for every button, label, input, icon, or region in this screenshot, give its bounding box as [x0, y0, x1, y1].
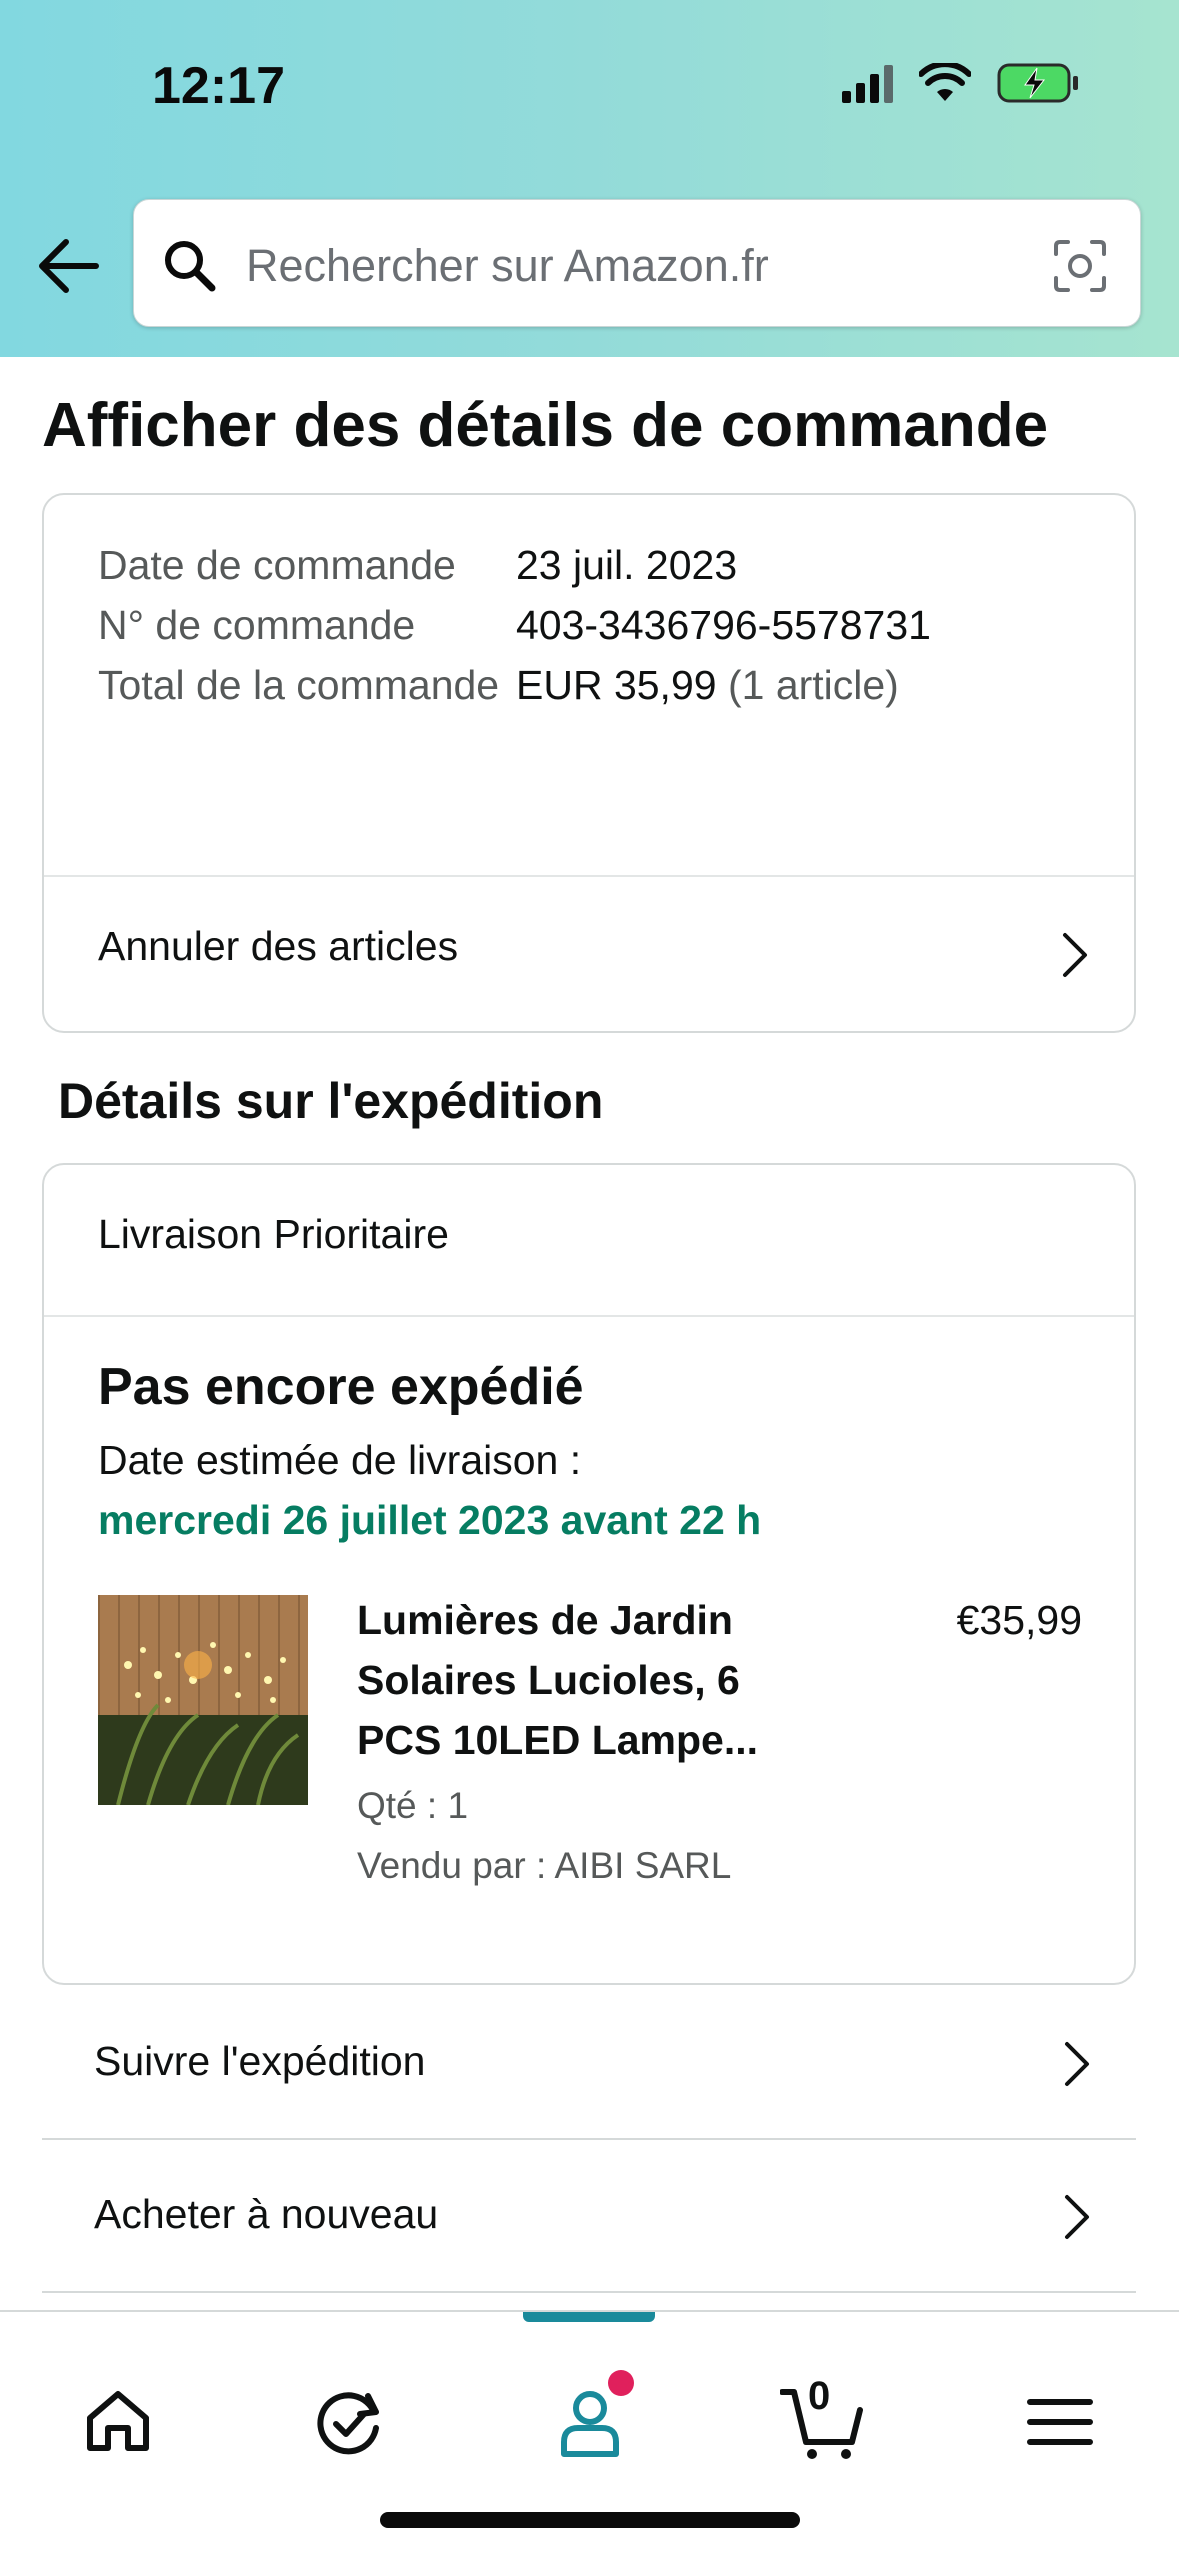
cart-count: 0	[808, 2374, 831, 2418]
track-shipment-row[interactable]: Suivre l'expédition	[42, 1988, 1136, 2140]
delivery-estimate-date: mercredi 26 juillet 2023 avant 22 h	[98, 1497, 762, 1543]
order-total-value: EUR 35,99 (1 article)	[516, 655, 899, 715]
cancel-items-label: Annuler des articles	[98, 923, 459, 969]
search-placeholder: Rechercher sur Amazon.fr	[246, 240, 769, 291]
order-date-row: Date de commande 23 juil. 2023	[98, 535, 1088, 595]
order-total-count: (1 article)	[727, 662, 899, 708]
active-tab-indicator	[523, 2312, 655, 2322]
search-icon	[165, 241, 216, 292]
shipment-status: Pas encore expédié	[98, 1358, 584, 1416]
order-number-row: N° de commande 403-3436796-5578731	[98, 595, 1088, 655]
account-tab[interactable]	[550, 2370, 634, 2462]
notification-dot	[608, 2370, 634, 2396]
buy-again-label: Acheter à nouveau	[94, 2191, 439, 2237]
product-quantity: Qté : 1	[357, 1785, 469, 1826]
chevron-right-icon	[1063, 933, 1087, 977]
product-title-link[interactable]: Lumières de Jardin Solaires Lucioles, 6 …	[357, 1590, 797, 1770]
order-number-value: 403-3436796-5578731	[516, 602, 931, 648]
track-shipment-label: Suivre l'expédition	[94, 2038, 426, 2084]
product-price: €35,99	[956, 1597, 1082, 1643]
status-time: 12:17	[152, 57, 285, 115]
status-icons	[842, 62, 1081, 104]
order-date-value: 23 juil. 2023	[516, 542, 738, 588]
buy-again-row[interactable]: Acheter à nouveau	[42, 2141, 1136, 2293]
chevron-right-icon	[1065, 2042, 1089, 2086]
search-input[interactable]: Rechercher sur Amazon.fr	[133, 199, 1141, 327]
wifi-icon	[919, 63, 971, 101]
order-total-amount: EUR 35,99	[516, 662, 717, 708]
shipment-card: Livraison Prioritaire Pas encore expédié…	[42, 1163, 1136, 1985]
order-info: Date de commande 23 juil. 2023 N° de com…	[98, 535, 1088, 715]
delivery-estimate-label: Date estimée de livraison :	[98, 1437, 582, 1483]
product-photo	[98, 1595, 308, 1805]
cancel-items-link[interactable]: Annuler des articles	[44, 877, 1134, 1033]
order-total-row: Total de la commande EUR 35,99 (1 articl…	[98, 655, 1088, 715]
order-total-label: Total de la commande	[98, 662, 500, 708]
page-title: Afficher des détails de commande	[42, 391, 1049, 460]
chevron-right-icon	[1065, 2195, 1089, 2239]
order-number-label: N° de commande	[98, 602, 416, 648]
product-image[interactable]	[98, 1595, 308, 1805]
refresh-check-icon[interactable]	[310, 2382, 390, 2462]
camera-scan-icon[interactable]	[1050, 236, 1110, 296]
order-date-label: Date de commande	[98, 542, 456, 588]
divider	[44, 1315, 1134, 1317]
top-header: 12:17 Rechercher sur Amazon.fr	[0, 0, 1179, 357]
cart-tab[interactable]: 0	[779, 2374, 863, 2462]
shipping-section-title: Détails sur l'expédition	[58, 1073, 604, 1129]
product-seller: Vendu par : AIBI SARL	[357, 1845, 732, 1886]
menu-icon[interactable]	[1020, 2382, 1100, 2462]
back-arrow-icon[interactable]	[36, 236, 100, 296]
battery-charging-icon	[997, 63, 1078, 103]
home-icon[interactable]	[78, 2382, 158, 2462]
home-indicator	[380, 2512, 800, 2528]
cellular-signal-icon	[842, 63, 893, 103]
order-summary-card: Date de commande 23 juil. 2023 N° de com…	[42, 493, 1136, 1033]
shipping-method: Livraison Prioritaire	[98, 1211, 449, 1257]
